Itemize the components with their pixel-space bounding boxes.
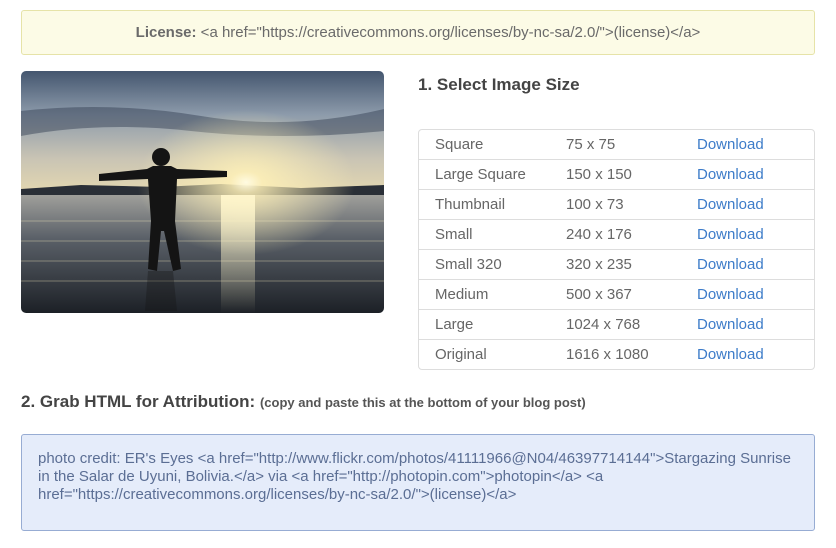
step1-title: 1. Select Image Size bbox=[418, 75, 580, 94]
download-link[interactable]: Download bbox=[697, 166, 764, 183]
size-dimensions: 100 x 73 bbox=[566, 196, 624, 213]
download-link[interactable]: Download bbox=[697, 256, 764, 273]
size-dimensions: 320 x 235 bbox=[566, 256, 632, 273]
size-row-large: Large 1024 x 768 Download bbox=[419, 309, 814, 339]
size-name: Medium bbox=[435, 286, 489, 303]
download-link[interactable]: Download bbox=[697, 136, 764, 153]
photo-preview bbox=[21, 71, 384, 313]
download-link[interactable]: Download bbox=[697, 286, 764, 303]
size-row-small: Small 240 x 176 Download bbox=[419, 219, 814, 249]
download-link[interactable]: Download bbox=[697, 226, 764, 243]
size-dimensions: 240 x 176 bbox=[566, 226, 632, 243]
size-dimensions: 1024 x 768 bbox=[566, 316, 641, 333]
step2-title: 2. Grab HTML for Attribution: (copy and … bbox=[21, 392, 586, 412]
license-box: License: <a href="https://creativecommon… bbox=[21, 10, 815, 55]
download-link[interactable]: Download bbox=[697, 316, 764, 333]
size-dimensions: 150 x 150 bbox=[566, 166, 632, 183]
download-link[interactable]: Download bbox=[697, 196, 764, 213]
size-name: Large Square bbox=[435, 166, 526, 183]
size-dimensions: 1616 x 1080 bbox=[566, 346, 649, 363]
size-name: Square bbox=[435, 136, 484, 153]
size-row-small-320: Small 320 320 x 235 Download bbox=[419, 249, 814, 279]
photo-image bbox=[21, 71, 384, 313]
size-row-square: Square 75 x 75 Download bbox=[419, 130, 814, 159]
download-link[interactable]: Download bbox=[697, 346, 764, 363]
size-row-original: Original 1616 x 1080 Download bbox=[419, 339, 814, 369]
size-table: Square 75 x 75 Download Large Square 150… bbox=[418, 129, 815, 370]
size-dimensions: 75 x 75 bbox=[566, 136, 616, 153]
size-name: Large bbox=[435, 316, 474, 333]
license-code[interactable]: <a href="https://creativecommons.org/lic… bbox=[197, 24, 701, 41]
size-row-medium: Medium 500 x 367 Download bbox=[419, 279, 814, 309]
step2-heading: 2. Grab HTML for Attribution: bbox=[21, 392, 256, 411]
license-label: License: bbox=[135, 24, 197, 41]
size-name: Thumbnail bbox=[435, 196, 506, 213]
size-row-thumbnail: Thumbnail 100 x 73 Download bbox=[419, 189, 814, 219]
size-name: Small 320 bbox=[435, 256, 502, 273]
size-dimensions: 500 x 367 bbox=[566, 286, 632, 303]
attribution-code-box[interactable]: photo credit: ER's Eyes <a href="http://… bbox=[21, 434, 815, 531]
size-name: Original bbox=[435, 346, 487, 363]
step2-note: (copy and paste this at the bottom of yo… bbox=[259, 395, 586, 410]
size-name: Small bbox=[435, 226, 473, 243]
size-row-large-square: Large Square 150 x 150 Download bbox=[419, 159, 814, 189]
